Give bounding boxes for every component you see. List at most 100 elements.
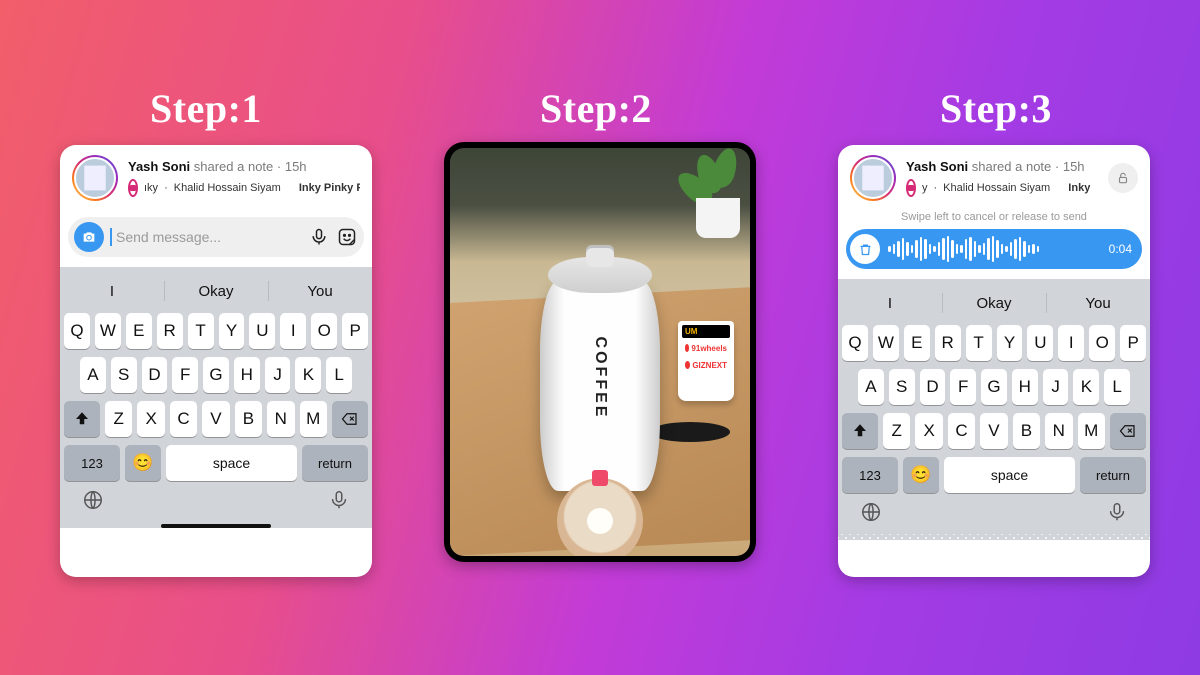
key-d[interactable]: D bbox=[920, 369, 946, 405]
key-s[interactable]: S bbox=[889, 369, 915, 405]
microphone-button[interactable] bbox=[308, 226, 330, 248]
key-g[interactable]: G bbox=[203, 357, 229, 393]
key-u[interactable]: U bbox=[249, 313, 275, 349]
note-meta: Yash Soni shared a note · 15h ıky · Khal… bbox=[128, 159, 360, 197]
key-l[interactable]: L bbox=[326, 357, 352, 393]
globe-icon[interactable] bbox=[860, 501, 882, 528]
key-a[interactable]: A bbox=[80, 357, 106, 393]
key-k[interactable]: K bbox=[295, 357, 321, 393]
key-row-2: ASDFGHJKL bbox=[838, 365, 1150, 409]
numbers-key[interactable]: 123 bbox=[842, 457, 898, 493]
suggestion[interactable]: I bbox=[838, 285, 942, 321]
shutter-button[interactable] bbox=[557, 478, 643, 556]
dictation-icon[interactable] bbox=[1106, 501, 1128, 528]
shift-key[interactable] bbox=[842, 413, 878, 449]
key-j[interactable]: J bbox=[1043, 369, 1069, 405]
backspace-key[interactable] bbox=[332, 401, 368, 437]
note-username: Yash Soni bbox=[906, 159, 968, 174]
key-t[interactable]: T bbox=[188, 313, 214, 349]
keyboard: I Okay You QWERTYUIOP ASDFGHJKL ZXCVBNM … bbox=[838, 279, 1150, 540]
key-f[interactable]: F bbox=[172, 357, 198, 393]
phone-step-2: UM 91wheels GIZNEXT COFFEE bbox=[444, 142, 756, 562]
emoji-key[interactable]: 😊 bbox=[125, 445, 161, 481]
numbers-key[interactable]: 123 bbox=[64, 445, 120, 481]
key-v[interactable]: V bbox=[202, 401, 229, 437]
suggestion-bar: I Okay You bbox=[60, 273, 372, 309]
message-input[interactable] bbox=[114, 228, 302, 246]
key-y[interactable]: Y bbox=[219, 313, 245, 349]
key-m[interactable]: M bbox=[1078, 413, 1105, 449]
key-r[interactable]: R bbox=[157, 313, 183, 349]
key-n[interactable]: N bbox=[1045, 413, 1072, 449]
sticker-button[interactable] bbox=[336, 226, 358, 248]
suggestion[interactable]: You bbox=[1046, 285, 1150, 321]
key-h[interactable]: H bbox=[234, 357, 260, 393]
key-c[interactable]: C bbox=[170, 401, 197, 437]
dictation-icon[interactable] bbox=[328, 489, 350, 516]
suggestion[interactable]: You bbox=[268, 273, 372, 309]
key-n[interactable]: N bbox=[267, 401, 294, 437]
key-w[interactable]: W bbox=[95, 313, 121, 349]
key-d[interactable]: D bbox=[142, 357, 168, 393]
key-j[interactable]: J bbox=[265, 357, 291, 393]
key-p[interactable]: P bbox=[342, 313, 368, 349]
phone-step-3: Yash Soni shared a note · 15h y · Khalid… bbox=[838, 145, 1150, 577]
key-r[interactable]: R bbox=[935, 325, 961, 361]
lock-button[interactable] bbox=[1108, 163, 1138, 193]
key-i[interactable]: I bbox=[1058, 325, 1084, 361]
voice-timer: 0:04 bbox=[1109, 242, 1132, 256]
key-v[interactable]: V bbox=[980, 413, 1007, 449]
note-card[interactable]: Yash Soni shared a note · 15h ıky · Khal… bbox=[60, 145, 372, 207]
key-s[interactable]: S bbox=[111, 357, 137, 393]
key-h[interactable]: H bbox=[1012, 369, 1038, 405]
paper-cup: UM 91wheels GIZNEXT bbox=[678, 321, 734, 401]
keyboard: I Okay You QWERTYUIOP ASDFGHJKL ZXCVBNM … bbox=[60, 267, 372, 528]
space-key[interactable]: space bbox=[944, 457, 1075, 493]
key-a[interactable]: A bbox=[858, 369, 884, 405]
note-card[interactable]: Yash Soni shared a note · 15h y · Khalid… bbox=[838, 145, 1150, 207]
key-z[interactable]: Z bbox=[105, 401, 132, 437]
key-c[interactable]: C bbox=[948, 413, 975, 449]
key-x[interactable]: X bbox=[915, 413, 942, 449]
shift-key[interactable] bbox=[64, 401, 100, 437]
key-p[interactable]: P bbox=[1120, 325, 1146, 361]
key-g[interactable]: G bbox=[981, 369, 1007, 405]
key-f[interactable]: F bbox=[950, 369, 976, 405]
story-avatar[interactable] bbox=[72, 155, 118, 201]
key-q[interactable]: Q bbox=[842, 325, 868, 361]
key-m[interactable]: M bbox=[300, 401, 327, 437]
key-t[interactable]: T bbox=[966, 325, 992, 361]
backspace-key[interactable] bbox=[1110, 413, 1146, 449]
key-e[interactable]: E bbox=[904, 325, 930, 361]
key-l[interactable]: L bbox=[1104, 369, 1130, 405]
music-indicator-icon bbox=[128, 179, 138, 197]
key-y[interactable]: Y bbox=[997, 325, 1023, 361]
key-row-1: QWERTYUIOP bbox=[60, 309, 372, 353]
emoji-key[interactable]: 😊 bbox=[903, 457, 939, 493]
story-avatar[interactable] bbox=[850, 155, 896, 201]
suggestion[interactable]: I bbox=[60, 273, 164, 309]
return-key[interactable]: return bbox=[302, 445, 368, 481]
key-e[interactable]: E bbox=[126, 313, 152, 349]
key-o[interactable]: O bbox=[311, 313, 337, 349]
trash-button[interactable] bbox=[850, 234, 880, 264]
space-key[interactable]: space bbox=[166, 445, 297, 481]
torn-edge bbox=[838, 534, 1150, 540]
key-k[interactable]: K bbox=[1073, 369, 1099, 405]
key-q[interactable]: Q bbox=[64, 313, 90, 349]
key-i[interactable]: I bbox=[280, 313, 306, 349]
key-o[interactable]: O bbox=[1089, 325, 1115, 361]
key-u[interactable]: U bbox=[1027, 325, 1053, 361]
home-indicator[interactable] bbox=[161, 524, 271, 528]
camera-button[interactable] bbox=[74, 222, 104, 252]
key-b[interactable]: B bbox=[1013, 413, 1040, 449]
key-w[interactable]: W bbox=[873, 325, 899, 361]
suggestion[interactable]: Okay bbox=[942, 285, 1046, 321]
key-z[interactable]: Z bbox=[883, 413, 910, 449]
voice-recording-row[interactable]: 0:04 bbox=[846, 229, 1142, 269]
return-key[interactable]: return bbox=[1080, 457, 1146, 493]
key-b[interactable]: B bbox=[235, 401, 262, 437]
suggestion[interactable]: Okay bbox=[164, 273, 268, 309]
globe-icon[interactable] bbox=[82, 489, 104, 516]
key-x[interactable]: X bbox=[137, 401, 164, 437]
